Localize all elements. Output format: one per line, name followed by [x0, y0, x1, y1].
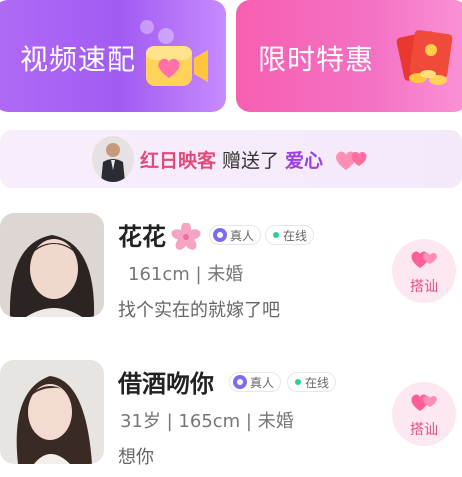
user-bio: 想你: [118, 447, 154, 468]
online-tag: 在线: [287, 372, 337, 392]
gift-name: 爱心: [285, 150, 324, 172]
video-match-title: 视频速配: [20, 43, 137, 76]
gift-message: 红日映客 赠送了 爱心: [140, 146, 371, 177]
greet-label: 搭讪: [410, 279, 438, 295]
user-meta: 161cm | 未婚: [128, 264, 244, 285]
online-label: 在线: [305, 375, 330, 390]
user-meta: 31岁 | 165cm | 未婚: [120, 411, 294, 432]
online-label: 在线: [283, 228, 308, 243]
decor-bubble: [140, 20, 154, 34]
user-avatar: [0, 213, 104, 317]
verified-icon: [233, 375, 247, 389]
limited-offer-title: 限时特惠: [258, 43, 375, 76]
red-envelope-icon: [394, 24, 460, 92]
video-match-card[interactable]: 视频速配: [0, 0, 226, 112]
limited-offer-card[interactable]: 限时特惠: [236, 0, 462, 112]
verified-tag: 真人: [229, 372, 282, 392]
hearts-icon: [409, 389, 439, 417]
online-tag: 在线: [265, 225, 315, 245]
user-avatar: [0, 360, 104, 464]
user-name: 花花: [118, 223, 166, 251]
gift-banner[interactable]: 红日映客 赠送了 爱心: [0, 130, 462, 188]
gift-action: 赠送了: [222, 150, 280, 172]
verified-label: 真人: [250, 375, 275, 390]
verified-tag: 真人: [209, 225, 262, 245]
video-heart-icon: [144, 40, 212, 96]
greet-button[interactable]: 搭讪: [392, 239, 456, 303]
greet-button[interactable]: 搭讪: [392, 382, 456, 446]
user-name: 借酒吻你: [118, 370, 214, 398]
hearts-icon: [409, 246, 439, 274]
hearts-icon: [333, 146, 371, 177]
user-card[interactable]: 借酒吻你 真人 在线 31岁 | 165cm | 未婚 想你 搭讪: [0, 360, 462, 477]
sakura-icon: [171, 222, 201, 255]
online-dot-icon: [295, 379, 301, 385]
user-card[interactable]: 花花 真人 在线 161cm | 未婚 找个实在的就嫁了吧 搭讪: [0, 213, 462, 333]
verified-icon: [213, 228, 227, 242]
verified-label: 真人: [230, 228, 255, 243]
greet-label: 搭讪: [410, 422, 438, 438]
sender-avatar: [92, 136, 134, 182]
user-bio: 找个实在的就嫁了吧: [118, 300, 280, 321]
online-dot-icon: [273, 232, 279, 238]
app-screen: 视频速配 限时特惠 红日映客 赠送了 爱心 花花 真人 在线 161cm | 未…: [0, 0, 462, 477]
gift-sender-name[interactable]: 红日映客: [140, 150, 216, 172]
